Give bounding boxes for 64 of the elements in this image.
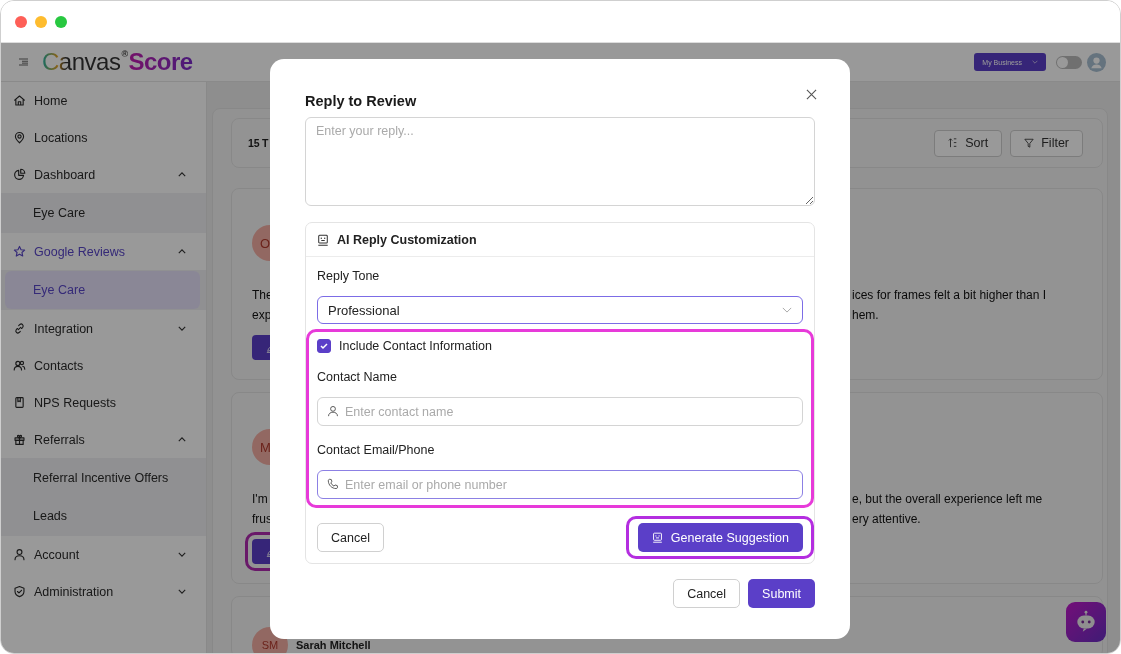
generate-suggestion-button[interactable]: Generate Suggestion — [637, 523, 803, 552]
star-icon — [13, 245, 26, 258]
sidebar-subitem[interactable]: Leads — [5, 497, 200, 535]
person-icon — [327, 405, 339, 417]
reviewer-name: Sarah Mitchell — [296, 639, 371, 651]
pie-chart-icon — [13, 168, 26, 181]
sidebar-item[interactable]: Locations — [1, 119, 206, 156]
review-text: hem. — [852, 308, 880, 322]
user-avatar-icon[interactable] — [1087, 52, 1106, 72]
location-pin-icon — [13, 131, 26, 144]
sidebar-item[interactable]: Google Reviews — [1, 233, 206, 270]
dialog-title: Reply to Review — [305, 93, 417, 109]
sort-button[interactable]: Sort — [934, 129, 1003, 157]
sort-icon — [948, 138, 959, 148]
field-label: Reply Tone — [317, 269, 381, 285]
document-icon — [13, 396, 26, 409]
gift-icon — [13, 433, 26, 446]
close-window-icon[interactable] — [15, 15, 27, 28]
sidebar-item[interactable]: Contacts — [1, 347, 206, 384]
shield-icon — [13, 585, 26, 598]
theme-toggle[interactable] — [1056, 55, 1082, 69]
field-label: Contact Name — [317, 370, 398, 386]
checkbox[interactable] — [317, 339, 331, 353]
review-text: ices for frames felt a bit higher than I — [852, 288, 1048, 302]
review-text: ery attentive. — [852, 512, 922, 526]
chevron-down-icon — [782, 307, 792, 313]
field-label: Contact Email/Phone — [317, 443, 436, 459]
minimize-window-icon[interactable] — [35, 15, 47, 28]
home-icon — [13, 94, 26, 107]
filter-button[interactable]: Filter — [1010, 129, 1083, 157]
people-icon — [13, 359, 26, 372]
contact-email-field[interactable]: Enter email or phone number — [317, 470, 803, 499]
contact-name-field[interactable]: Enter contact name — [317, 397, 803, 426]
review-text: I'm — [252, 492, 268, 506]
person-icon — [13, 548, 26, 561]
sidebar-subitem[interactable]: Referral Incentive Offers — [5, 459, 200, 497]
review-count: 15 T — [248, 137, 269, 149]
robot-face-icon — [651, 532, 663, 543]
review-text: e, but the overall experience left me — [852, 492, 1044, 506]
sidebar-item[interactable]: Dashboard — [1, 156, 206, 193]
checkmark-icon — [319, 341, 329, 351]
tone-select[interactable]: Professional — [317, 296, 803, 324]
menu-icon[interactable] — [19, 58, 28, 66]
filter-icon — [1024, 138, 1035, 148]
checkbox-label: Include Contact Information — [339, 339, 492, 353]
sidebar-item[interactable]: Account — [1, 536, 206, 573]
chevron-down-icon — [1032, 60, 1038, 64]
close-icon[interactable] — [806, 88, 817, 100]
phone-icon — [327, 478, 339, 490]
sidebar-subitem[interactable]: Eye Care — [5, 271, 200, 309]
reply-field[interactable]: Enter your reply... — [305, 117, 815, 206]
sidebar-item[interactable]: NPS Requests — [1, 384, 206, 421]
sidebar-item[interactable]: Referrals — [1, 421, 206, 458]
maximize-window-icon[interactable] — [55, 15, 67, 28]
link-icon — [13, 322, 26, 335]
sidebar-item[interactable]: Integration — [1, 310, 206, 347]
cancel-button[interactable]: Cancel — [317, 523, 384, 552]
cancel-button[interactable]: Cancel — [673, 579, 741, 608]
submit-button[interactable]: Submit — [748, 579, 815, 608]
sidebar-item[interactable]: Home — [1, 82, 206, 119]
robot-face-icon — [317, 233, 329, 246]
sidebar-item[interactable]: Administration — [1, 573, 206, 610]
chatbot-button[interactable] — [1066, 602, 1106, 642]
section-title: AI Reply Customization — [337, 232, 477, 247]
